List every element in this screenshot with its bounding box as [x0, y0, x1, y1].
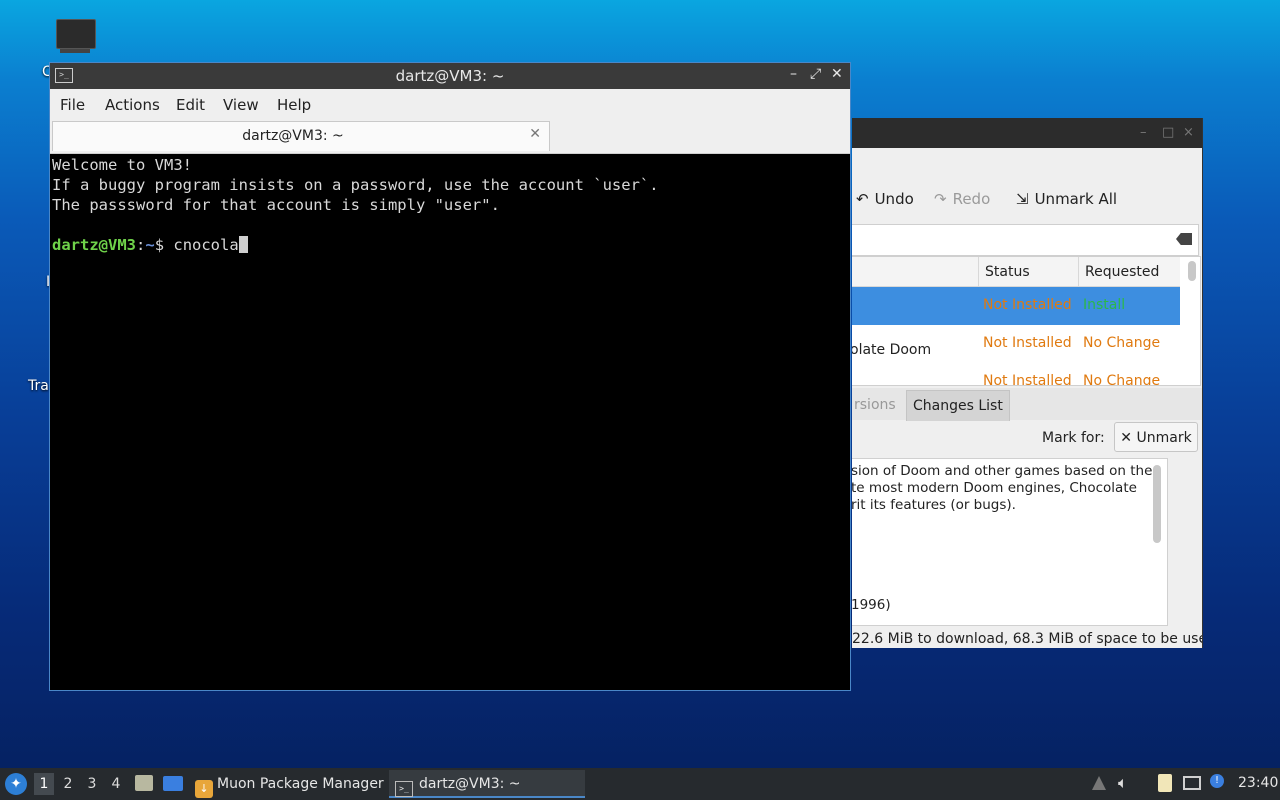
unmark-all-button[interactable]: ⇲ Unmark All	[1016, 190, 1117, 208]
row-status: Not Installed	[983, 335, 1072, 351]
muon-titlebar: – □ ×	[852, 118, 1202, 148]
close-icon: ✕	[1120, 430, 1133, 446]
eject-icon[interactable]	[1092, 776, 1106, 790]
prompt-path: ~	[145, 236, 155, 254]
terminal-window: >_ dartz@VM3: ~ – ⤢ ✕ File Actions Edit …	[49, 62, 851, 691]
terminal-tab[interactable]: dartz@VM3: ~ ✕	[52, 121, 550, 151]
description-line: te most modern Doom engines, Chocolate	[852, 480, 1137, 496]
workspace-3[interactable]: 3	[82, 773, 102, 795]
workspace-2[interactable]: 2	[58, 773, 78, 795]
redo-button[interactable]: ↷ Redo	[934, 190, 990, 208]
table-row[interactable]: Not Installed Install	[852, 287, 1180, 325]
description-line: 1996)	[852, 597, 891, 613]
muon-package-manager-window: – □ × ↶ Undo ↷ Redo ⇲ Unmark All Status …	[852, 118, 1203, 648]
package-table: Status Requested Not Installed Install o…	[852, 256, 1201, 386]
tab-label: dartz@VM3: ~	[242, 128, 344, 144]
workspace-4[interactable]: 4	[106, 773, 126, 795]
description-line: rit its features (or bugs).	[852, 497, 1016, 513]
description-scrollbar[interactable]	[1153, 465, 1161, 543]
row-requested: No Change	[1083, 373, 1161, 386]
package-manager-icon: ↓	[195, 780, 213, 798]
minimize-button[interactable]: –	[790, 66, 797, 82]
close-button[interactable]: ✕	[831, 66, 843, 82]
redo-label: Redo	[952, 190, 991, 208]
maximize-button[interactable]: ⤢	[810, 66, 821, 82]
output-line: If a buggy program insists on a password…	[52, 176, 659, 194]
task-label: Muon Package Manager	[217, 776, 384, 792]
menu-edit[interactable]: Edit	[176, 96, 205, 114]
column-header-status[interactable]: Status	[978, 257, 1078, 287]
tab-changes-list[interactable]: Changes List	[906, 390, 1010, 421]
undo-icon: ↶	[856, 190, 869, 208]
row-requested: Install	[1083, 297, 1126, 313]
mark-for-label: Mark for:	[1042, 430, 1105, 446]
clock[interactable]: 23:40	[1238, 775, 1278, 791]
prompt-line: dartz@VM3:~$ cnocola	[52, 235, 848, 255]
taskbar: ✦ 1 2 3 4 ↓ Muon Package Manager >_ dartz@…	[0, 768, 1280, 800]
menu-bar: File Actions Edit View Help	[50, 89, 850, 119]
notification-icon[interactable]: !	[1210, 774, 1224, 788]
output-line: Welcome to VM3!	[52, 156, 192, 174]
row-name: olate Doom	[852, 342, 932, 358]
row-status: Not Installed	[983, 373, 1072, 386]
terminal-icon: >_	[395, 781, 413, 797]
package-description: sion of Doom and other games based on th…	[852, 458, 1168, 626]
row-requested: No Change	[1083, 335, 1161, 351]
output-line: The passsword for that account is simply…	[52, 196, 500, 214]
task-label: dartz@VM3: ~	[419, 776, 521, 792]
tab-versions[interactable]: rsions	[852, 390, 902, 420]
column-header-requested[interactable]: Requested	[1078, 257, 1180, 287]
column-header-name[interactable]	[852, 257, 978, 287]
workspace-1[interactable]: 1	[34, 773, 54, 795]
clear-search-icon[interactable]	[1176, 233, 1192, 245]
menu-view[interactable]: View	[223, 96, 259, 114]
prompt-separator: :	[136, 236, 146, 254]
undo-button[interactable]: ↶ Undo	[856, 190, 914, 208]
details-tabs: rsions Changes List	[852, 388, 1202, 421]
task-muon-package-manager[interactable]: ↓ Muon Package Manager	[192, 770, 384, 798]
text-cursor	[238, 236, 248, 253]
search-input[interactable]	[852, 224, 1199, 256]
terminal-titlebar[interactable]: >_ dartz@VM3: ~ – ⤢ ✕	[50, 63, 850, 89]
file-manager-icon[interactable]	[135, 775, 153, 791]
row-status: Not Installed	[983, 297, 1072, 313]
command-input[interactable]: cnocola	[173, 236, 238, 254]
minimize-button[interactable]: –	[1140, 125, 1147, 140]
unmark-label: Unmark	[1136, 430, 1192, 446]
close-button[interactable]: ×	[1183, 125, 1194, 140]
volume-icon[interactable]: 🔈︎	[1118, 773, 1128, 793]
menu-file[interactable]: File	[60, 96, 85, 114]
desktop-icon-label: Tra	[28, 378, 49, 394]
menu-actions[interactable]: Actions	[105, 96, 160, 114]
table-scrollbar[interactable]	[1188, 261, 1196, 281]
redo-icon: ↷	[934, 190, 947, 208]
table-row[interactable]: olate Doom Not Installed No Change	[852, 325, 1180, 363]
start-menu-icon[interactable]: ✦	[5, 773, 27, 795]
computer-desktop-icon[interactable]	[56, 19, 96, 53]
unmark-button[interactable]: ✕ Unmark	[1114, 422, 1198, 452]
undo-label: Undo	[874, 190, 914, 208]
terminal-output[interactable]: Welcome to VM3! If a buggy program insist…	[52, 155, 848, 689]
window-title: dartz@VM3: ~	[395, 67, 505, 85]
table-row[interactable]: Not Installed No Change	[852, 363, 1180, 386]
task-terminal[interactable]: >_ dartz@VM3: ~	[389, 770, 585, 798]
clipboard-icon[interactable]	[1158, 774, 1172, 792]
menu-help[interactable]: Help	[277, 96, 311, 114]
prompt-user: dartz@VM3	[52, 236, 136, 254]
unmark-all-label: Unmark All	[1034, 190, 1118, 208]
tab-close-icon[interactable]: ✕	[529, 126, 541, 142]
network-icon[interactable]	[1183, 776, 1201, 790]
maximize-button[interactable]: □	[1162, 125, 1174, 140]
show-desktop-icon[interactable]	[163, 776, 183, 791]
unmark-all-icon: ⇲	[1016, 190, 1029, 208]
prompt-symbol: $	[154, 236, 174, 254]
download-size-status: 22.6 MiB to download, 68.3 MiB of space …	[852, 631, 1203, 647]
description-line: sion of Doom and other games based on th…	[852, 463, 1153, 479]
terminal-tab-bar: dartz@VM3: ~ ✕	[50, 119, 850, 154]
